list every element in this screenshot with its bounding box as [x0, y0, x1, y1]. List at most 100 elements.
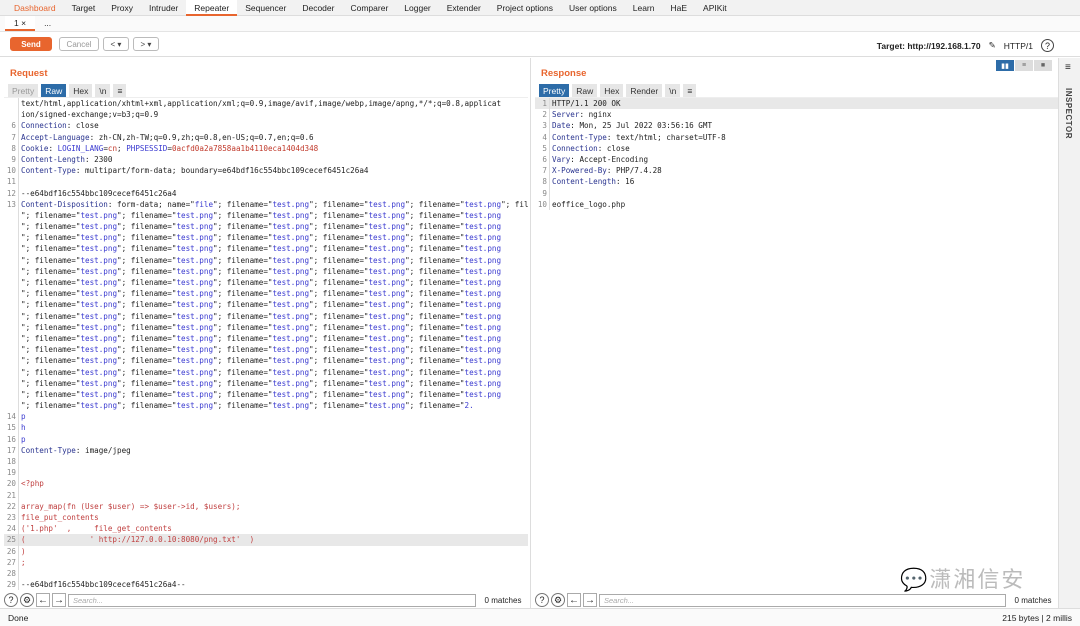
- nav-tab-comparer[interactable]: Comparer: [342, 0, 396, 16]
- code-token: "; filename=": [213, 278, 273, 287]
- line-number: 16: [4, 433, 19, 445]
- code-line: 14 p: [4, 411, 528, 423]
- code-line: 5 Connection: close: [535, 142, 1058, 154]
- code-token: test.png: [272, 210, 310, 220]
- cancel-button[interactable]: Cancel: [59, 37, 99, 51]
- new-tab-button[interactable]: ...: [35, 16, 60, 31]
- request-view-hex[interactable]: Hex: [69, 84, 93, 98]
- code-line: "; filename="test.png"; filename="test.p…: [4, 265, 528, 277]
- help-icon[interactable]: ?: [1041, 39, 1054, 52]
- help-icon[interactable]: ?: [535, 593, 549, 607]
- code-line: 4 Content-Type: text/html; charset=UTF-8: [535, 131, 1058, 143]
- request-view-newline[interactable]: \n: [95, 84, 111, 98]
- protocol-toggle[interactable]: HTTP/1: [1004, 41, 1033, 51]
- arrow-left-icon[interactable]: ←: [567, 593, 581, 607]
- code-token: "; filename=": [309, 210, 369, 220]
- single-pane-icon[interactable]: ■: [1034, 60, 1052, 71]
- response-view-newline[interactable]: \n: [665, 84, 681, 98]
- code-line: 8 Content-Length: 16: [535, 176, 1058, 188]
- request-view-raw[interactable]: Raw: [41, 84, 67, 98]
- forward-button[interactable]: > ▾: [133, 37, 159, 51]
- panel-divider[interactable]: [530, 58, 534, 608]
- response-view-pretty[interactable]: Pretty: [539, 84, 570, 98]
- nav-tab-dashboard[interactable]: Dashboard: [6, 0, 64, 16]
- gear-icon[interactable]: ⚙: [20, 593, 34, 607]
- menu-icon[interactable]: ≡: [1065, 62, 1071, 73]
- code-line: 22 array_map(fn (User $user) => $user->id…: [4, 500, 528, 512]
- request-editor[interactable]: text/html,application/xhtml+xml,applicat…: [4, 97, 528, 592]
- back-button[interactable]: < ▾: [103, 37, 129, 51]
- code-token: "; filename=": [21, 278, 81, 287]
- send-button[interactable]: Send: [10, 37, 52, 51]
- request-view-menu[interactable]: ≡: [113, 84, 127, 98]
- code-line: 6 Vary: Accept-Encoding: [535, 153, 1058, 166]
- response-view-raw[interactable]: Raw: [572, 84, 598, 98]
- code-token: test.png: [368, 389, 406, 399]
- code-token: "; filename=": [309, 322, 369, 332]
- line-number: 6: [4, 120, 19, 132]
- nav-tab-project-options[interactable]: Project options: [489, 0, 561, 16]
- code-token: "; filename=": [405, 300, 465, 310]
- code-token: "; filename=": [405, 222, 465, 232]
- gear-icon[interactable]: ⚙: [551, 593, 565, 607]
- arrow-right-icon[interactable]: →: [52, 593, 66, 607]
- line-content: Date: Mon, 25 Jul 2022 03:56:16 GMT: [550, 120, 712, 131]
- nav-tab-intruder[interactable]: Intruder: [141, 0, 186, 16]
- line-content: --e64bdf16c554bbc109cecef6451c26a4: [19, 188, 176, 199]
- target-info: Target: http://192.168.1.70 ✎ HTTP/1 ?: [877, 39, 1054, 52]
- response-view-hex[interactable]: Hex: [600, 84, 624, 98]
- code-line: 25( ' http://127.0.0.10:8080/png.txt' ): [4, 534, 528, 546]
- target-label: Target:: [876, 40, 905, 51]
- code-line: 1 HTTP/1.1 200 OK: [535, 98, 1058, 110]
- code-line: ion/signed-exchange;v=b3;q=0.9: [4, 109, 528, 121]
- nav-tab-sequencer[interactable]: Sequencer: [237, 0, 294, 16]
- code-token: "; filename=": [213, 289, 273, 299]
- line-content: [550, 188, 552, 199]
- response-editor[interactable]: 1 HTTP/1.1 200 OK 2 Server: nginx 3 Date: Mon…: [535, 97, 1058, 592]
- split-horizontal-icon[interactable]: ▮▮: [996, 60, 1014, 71]
- inspector-sidebar[interactable]: ≡ INSPECTOR: [1058, 58, 1080, 608]
- nav-tab-decoder[interactable]: Decoder: [294, 0, 342, 16]
- code-token: "; filename=": [405, 278, 465, 287]
- code-token: "; filename=": [21, 289, 81, 299]
- nav-tab-proxy[interactable]: Proxy: [103, 0, 141, 16]
- code-token: test.png: [80, 333, 118, 343]
- nav-tab-target[interactable]: Target: [64, 0, 104, 16]
- nav-tab-hae[interactable]: HaE: [662, 0, 695, 16]
- code-line: 10 Content-Type: multipart/form-data; bou…: [4, 165, 528, 177]
- response-view-menu[interactable]: ≡: [683, 84, 697, 98]
- request-search-input[interactable]: Search...: [68, 593, 476, 607]
- line-number: 9: [4, 153, 19, 166]
- code-token: "; filename=": [213, 266, 273, 276]
- split-vertical-icon[interactable]: ≡: [1015, 60, 1033, 71]
- nav-tab-user-options[interactable]: User options: [561, 0, 625, 16]
- request-match-count: 0 matches: [484, 595, 522, 605]
- line-content: "; filename="test.png"; filename="test.p…: [19, 243, 501, 254]
- code-line: "; filename="test.png"; filename="test.p…: [4, 288, 528, 300]
- response-view-render[interactable]: Render: [626, 84, 663, 98]
- code-token: "; filename=": [405, 289, 465, 299]
- nav-tab-repeater[interactable]: Repeater: [186, 0, 238, 16]
- help-icon[interactable]: ?: [4, 593, 18, 607]
- request-view-pretty[interactable]: Pretty: [8, 84, 39, 98]
- code-token: test.png: [368, 244, 406, 254]
- code-token: eoffice_logo.php: [552, 199, 626, 209]
- code-line: 12 --e64bdf16c554bbc109cecef6451c26a4: [4, 187, 528, 199]
- code-line: 2 Server: nginx: [535, 109, 1058, 121]
- nav-tab-learn[interactable]: Learn: [625, 0, 663, 16]
- line-content: [19, 568, 21, 579]
- arrow-left-icon[interactable]: ←: [36, 593, 50, 607]
- response-search-input[interactable]: Search...: [599, 593, 1006, 607]
- edit-target-icon[interactable]: ✎: [989, 40, 996, 51]
- line-number: 5: [535, 142, 550, 154]
- line-content: ): [19, 546, 26, 557]
- nav-tab-logger[interactable]: Logger: [396, 0, 438, 16]
- code-line: 17 Content-Type: image/jpeg: [4, 444, 528, 456]
- repeater-tab-1[interactable]: 1 ×: [5, 16, 36, 31]
- line-number: 28: [4, 567, 19, 580]
- code-line: 7 Accept-Language: zh-CN,zh-TW;q=0.9,zh;q…: [4, 131, 528, 143]
- repeater-tabs: 1 × ...: [0, 16, 1080, 32]
- arrow-right-icon[interactable]: →: [583, 593, 597, 607]
- nav-tab-apikit[interactable]: APIKit: [695, 0, 735, 16]
- nav-tab-extender[interactable]: Extender: [439, 0, 489, 16]
